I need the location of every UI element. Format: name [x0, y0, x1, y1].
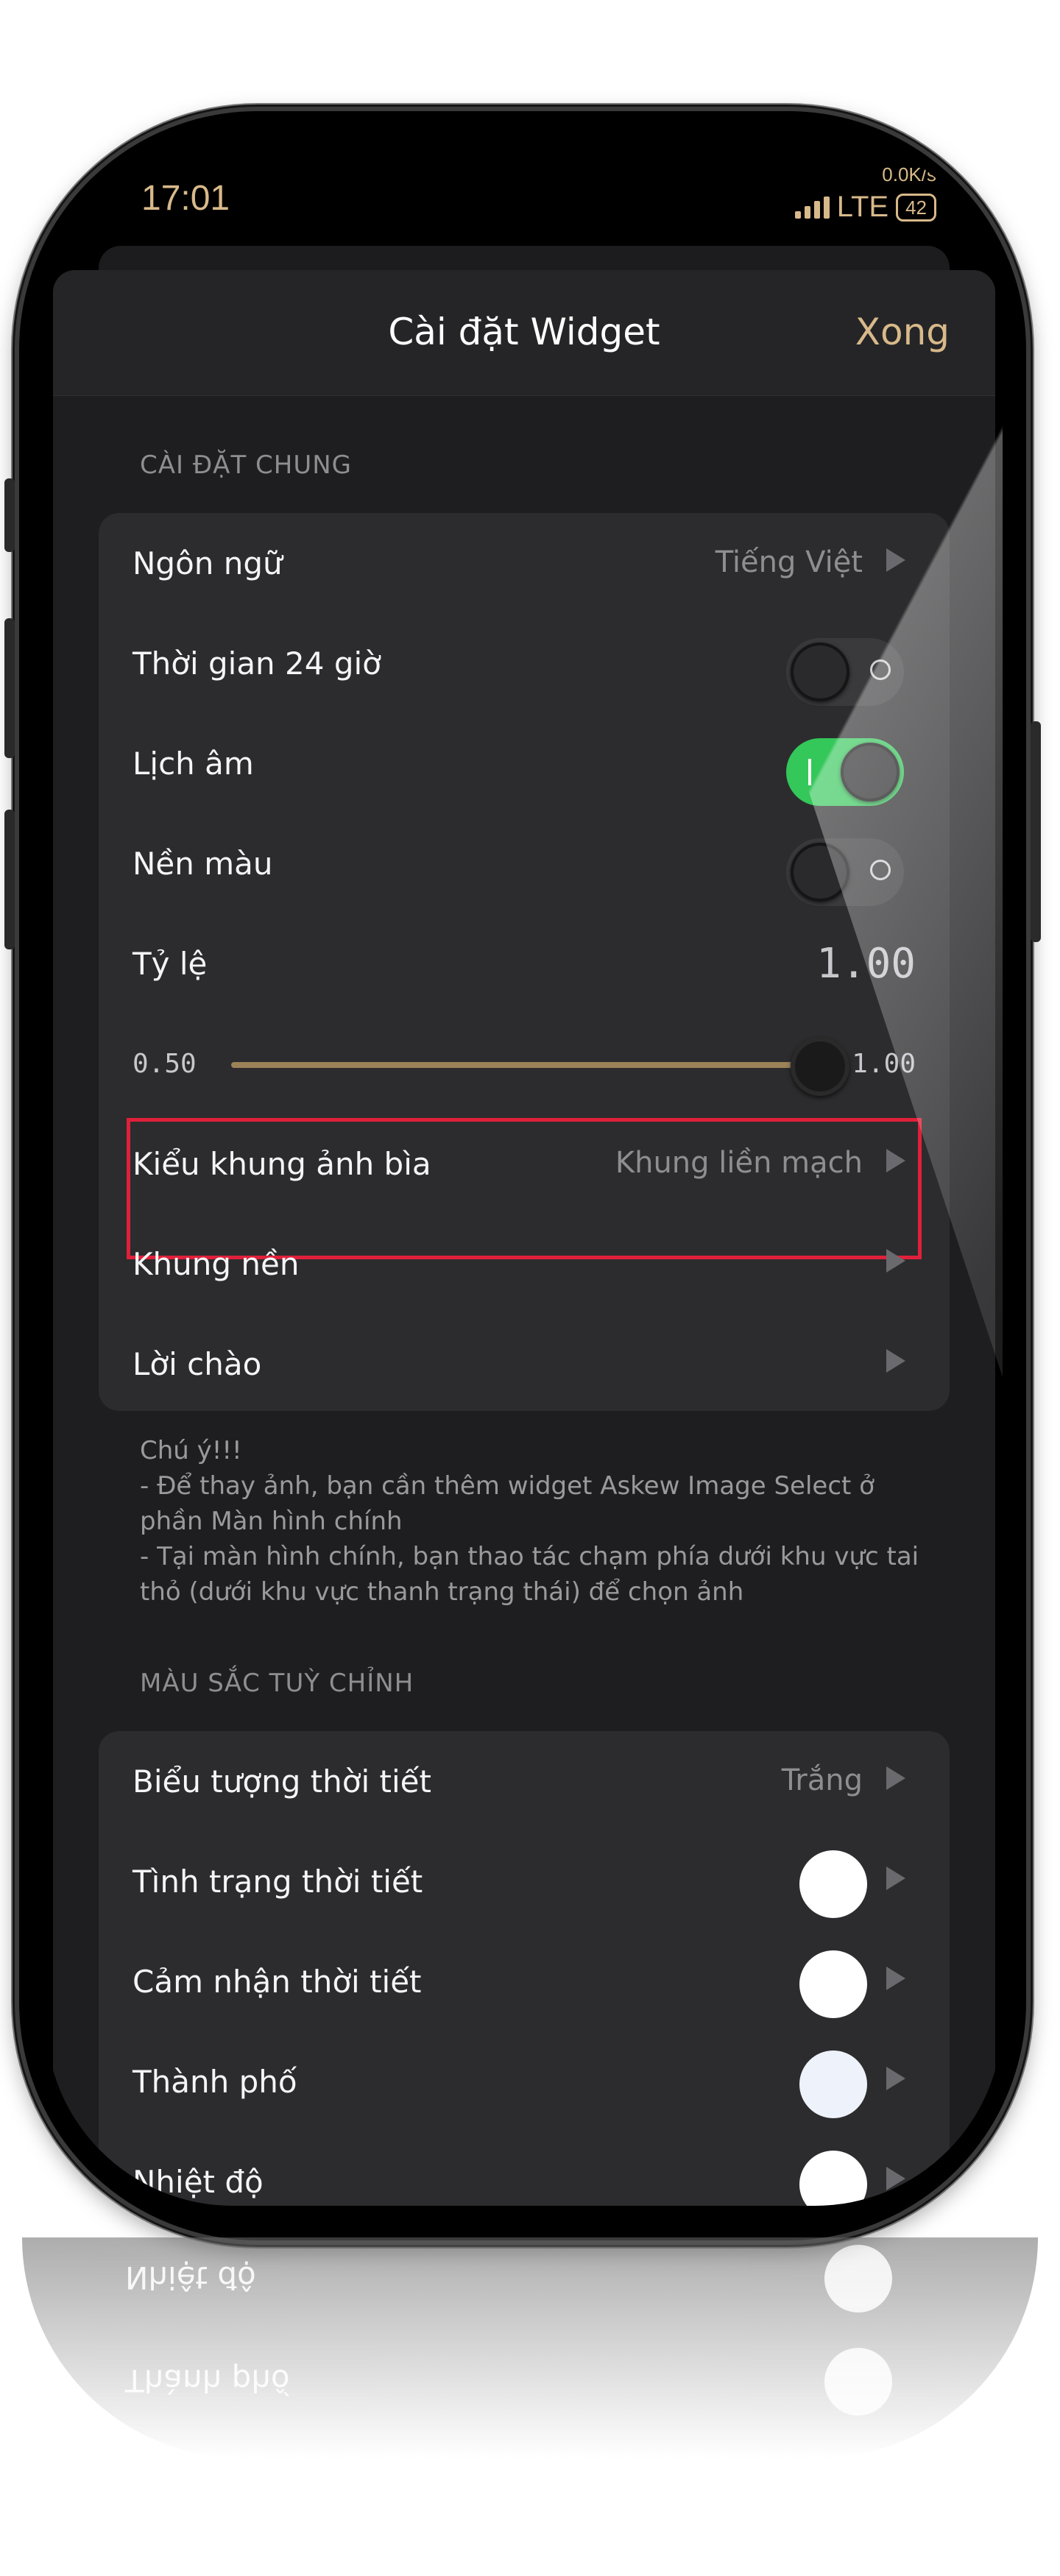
chevron-right-icon — [886, 1149, 905, 1172]
network-type: LTE — [836, 191, 889, 223]
time24-toggle[interactable] — [786, 638, 904, 706]
bg-frame-label: Khung nền — [132, 1246, 300, 1282]
page-title: Cài đặt Widget — [388, 311, 660, 353]
weather-icon-value: Trắng — [781, 1763, 863, 1797]
status-bar-right: 0.0K/s LTE 42 — [794, 163, 936, 224]
bgcolor-label: Nền màu — [132, 846, 273, 882]
color-settings-group: Biểu tượng thời tiết Trắng Tình trạng th… — [99, 1731, 950, 2206]
cover-style-label: Kiểu khung ảnh bìa — [132, 1146, 431, 1182]
slider-max-label: 1.00 — [852, 1049, 916, 1079]
weather-feel-label: Cảm nhận thời tiết — [132, 1964, 422, 2000]
color-swatch — [799, 1950, 867, 2018]
scale-label: Tỷ lệ — [132, 946, 208, 982]
scale-row: Tỷ lệ 1.00 — [99, 913, 950, 1013]
scale-slider-row: 0.50 1.00 — [99, 1013, 950, 1114]
weather-icon-label: Biểu tượng thời tiết — [132, 1763, 431, 1800]
network-speed: 0.0K/s — [882, 163, 936, 185]
phone-reflection: Nhiệt độ Thành phố — [22, 2237, 1038, 2458]
done-button[interactable]: Xong — [855, 311, 950, 353]
bgcolor-row: Nền màu — [99, 813, 950, 913]
slider-thumb[interactable] — [791, 1037, 849, 1096]
scale-value: 1.00 — [816, 940, 916, 988]
signal-icon — [794, 196, 830, 219]
note-text: Chú ý!!! - Để thay ảnh, bạn cần thêm wid… — [140, 1436, 919, 1607]
greeting-row[interactable]: Lời chào — [99, 1314, 950, 1414]
city-label: Thành phố — [132, 2064, 297, 2100]
language-row[interactable]: Ngôn ngữ Tiếng Việt — [99, 513, 950, 613]
temperature-label: Nhiệt độ — [132, 2164, 264, 2200]
weather-status-row[interactable]: Tình trạng thời tiết — [99, 1831, 950, 1931]
time24-label: Thời gian 24 giờ — [132, 645, 381, 682]
battery-icon: 42 — [896, 193, 936, 222]
chevron-right-icon — [886, 1866, 905, 1890]
chevron-right-icon — [886, 548, 905, 572]
weather-icon-row[interactable]: Biểu tượng thời tiết Trắng — [99, 1731, 950, 1831]
reflection-temperature: Nhiệt độ — [125, 2260, 256, 2296]
general-settings-group: Ngôn ngữ Tiếng Việt Thời gian 24 giờ Lịc… — [99, 513, 950, 1411]
mute-switch — [4, 478, 15, 552]
color-swatch — [799, 1850, 867, 1918]
chevron-right-icon — [886, 1349, 905, 1373]
weather-feel-row[interactable]: Cảm nhận thời tiết — [99, 1931, 950, 2031]
section-header-general: CÀI ĐẶT CHUNG — [140, 450, 352, 480]
lunar-label: Lịch âm — [132, 746, 254, 782]
chevron-right-icon — [886, 1967, 905, 1990]
temperature-row[interactable]: Nhiệt độ — [99, 2131, 950, 2206]
chevron-right-icon — [886, 1249, 905, 1273]
phone-screen: 17:01 0.0K/s LTE 42 Cài đặt Widget Xong … — [46, 134, 1003, 2206]
chevron-right-icon — [886, 1766, 905, 1790]
slider-track[interactable] — [231, 1062, 820, 1068]
power-button — [1031, 721, 1041, 942]
weather-status-label: Tình trạng thời tiết — [132, 1864, 423, 1900]
reflection-swatch — [824, 2348, 892, 2416]
reflection-swatch — [824, 2245, 892, 2313]
volume-up-button — [4, 618, 15, 758]
chevron-right-icon — [886, 2167, 905, 2190]
city-row[interactable]: Thành phố — [99, 2031, 950, 2131]
section-header-colors: MÀU SẮC TUỲ CHỈNH — [140, 1669, 414, 1698]
chevron-right-icon — [886, 2067, 905, 2090]
bgcolor-toggle[interactable] — [786, 838, 904, 906]
language-label: Ngôn ngữ — [132, 545, 283, 581]
time24-row: Thời gian 24 giờ — [99, 613, 950, 713]
greeting-label: Lời chào — [132, 1346, 262, 1382]
cover-style-row[interactable]: Kiểu khung ảnh bìa Khung liền mạch — [99, 1114, 950, 1259]
cover-style-value: Khung liền mạch — [615, 1146, 863, 1180]
volume-down-button — [4, 810, 15, 949]
color-swatch — [799, 2151, 867, 2206]
language-value: Tiếng Việt — [715, 545, 863, 579]
lunar-row: Lịch âm — [99, 713, 950, 813]
color-swatch — [799, 2050, 867, 2118]
status-time: 17:01 — [141, 179, 230, 218]
lunar-toggle[interactable] — [786, 738, 904, 806]
nav-bar: Cài đặt Widget Xong — [53, 270, 995, 396]
slider-min-label: 0.50 — [132, 1049, 197, 1079]
bg-frame-row[interactable]: Khung nền — [99, 1214, 950, 1314]
reflection-city: Thành phố — [125, 2363, 290, 2399]
settings-sheet: Cài đặt Widget Xong CÀI ĐẶT CHUNG Ngôn n… — [53, 270, 995, 2206]
